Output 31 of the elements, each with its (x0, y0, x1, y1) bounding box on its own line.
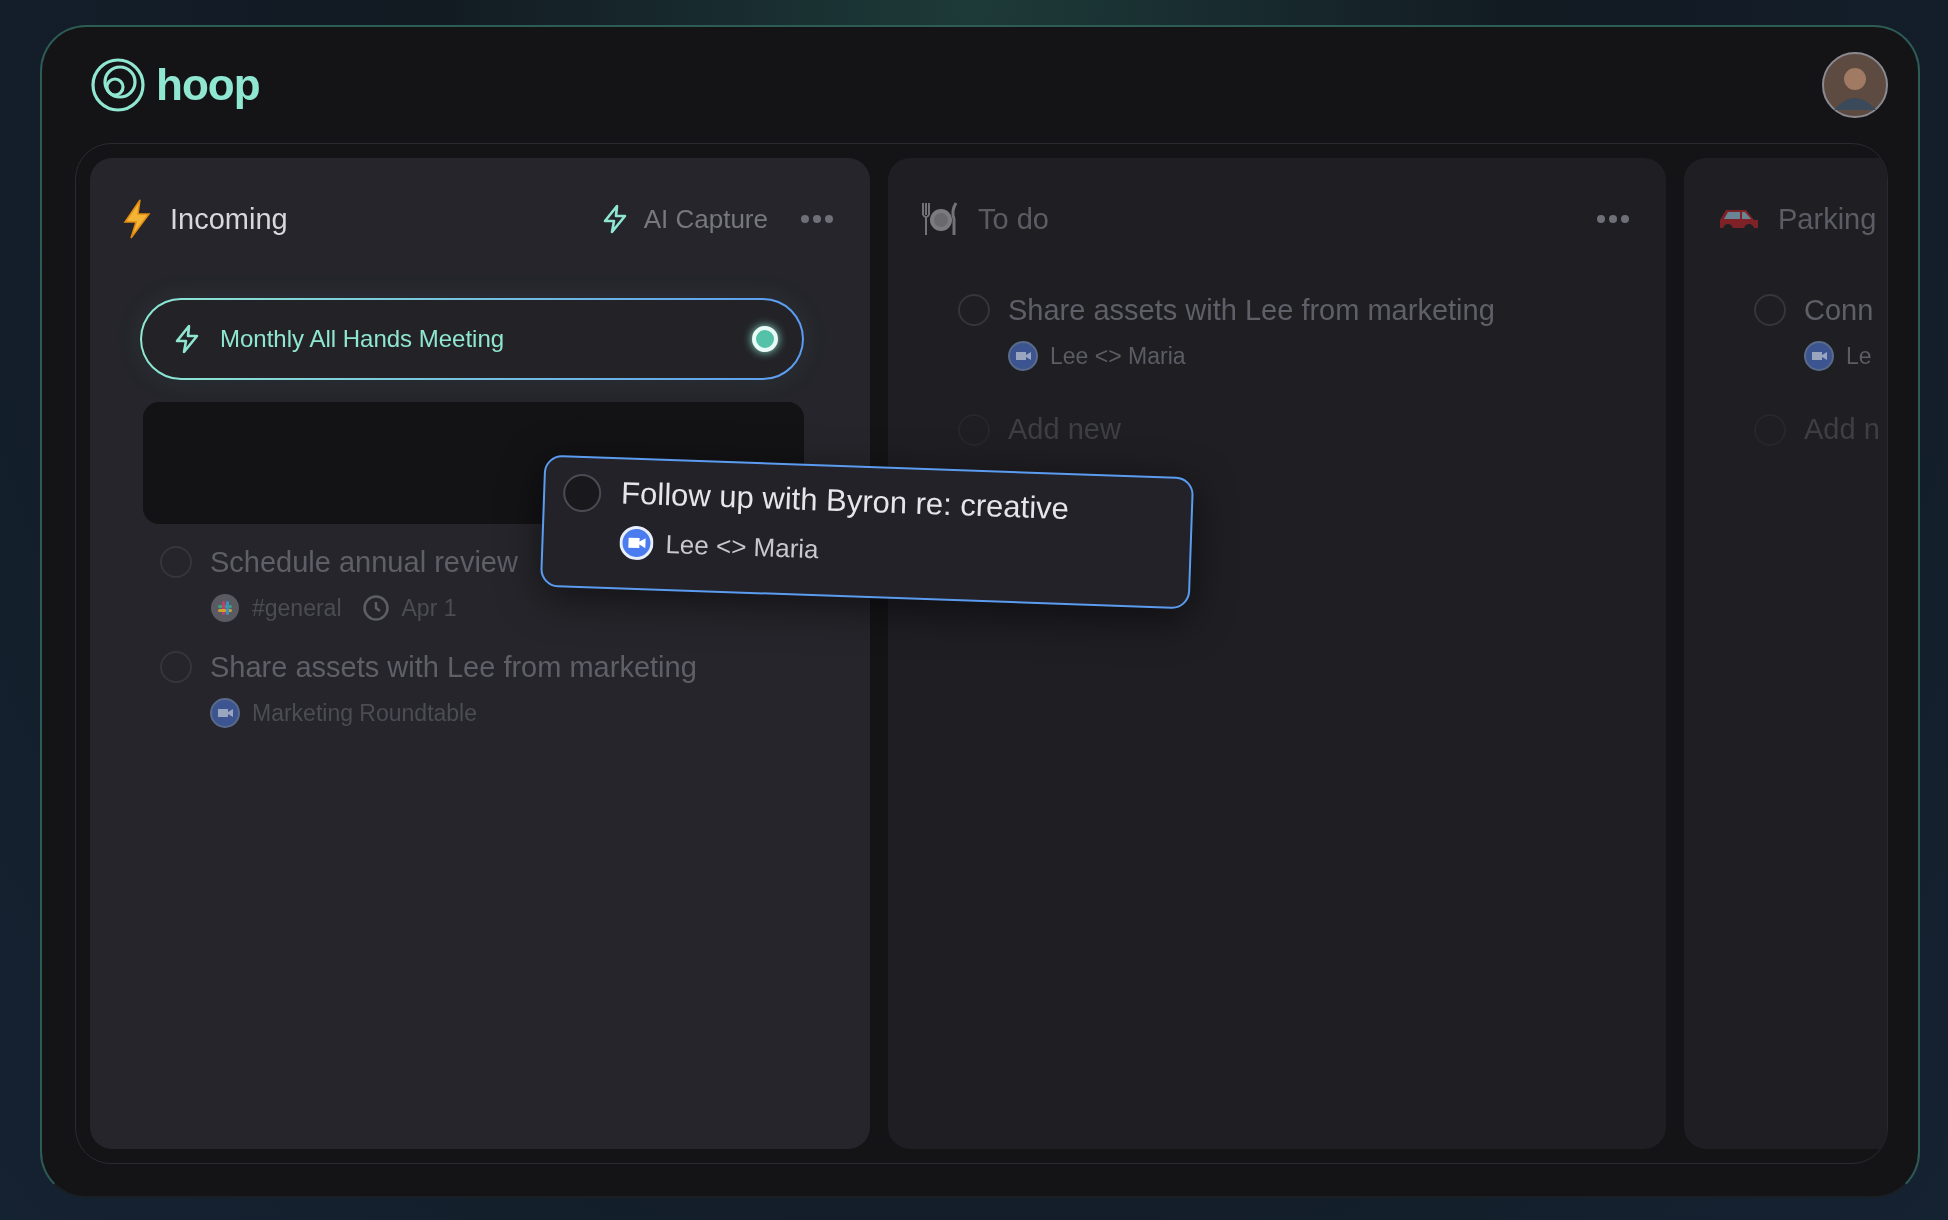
task-checkbox[interactable] (958, 294, 990, 326)
task-title[interactable]: Share assets with Lee from marketing (1008, 294, 1495, 327)
clock-icon (361, 594, 390, 622)
video-call-icon (618, 525, 655, 561)
task-title: Follow up with Byron re: creative (620, 475, 1070, 527)
slack-icon (210, 593, 240, 623)
task-source: Lee <> Maria (664, 528, 820, 565)
column-title: Parking (1778, 202, 1877, 236)
video-call-icon (1008, 341, 1038, 371)
task-checkbox[interactable] (562, 473, 602, 513)
video-call-icon (210, 698, 240, 728)
task-checkbox[interactable] (1754, 294, 1786, 326)
task-title[interactable]: Conn (1804, 294, 1880, 327)
logo-text[interactable]: hoop (156, 60, 260, 110)
column-title: Incoming (170, 202, 288, 236)
column-title: To do (978, 202, 1049, 236)
video-call-icon (1804, 341, 1834, 371)
lightning-icon (601, 204, 628, 234)
capture-card[interactable]: Monthly All Hands Meeting (140, 298, 804, 380)
logo-icon (90, 57, 146, 113)
task-source: Le (1846, 342, 1872, 370)
more-menu-icon[interactable] (1596, 214, 1630, 224)
capture-title: Monthly All Hands Meeting (220, 325, 505, 353)
task-source: Lee <> Maria (1050, 342, 1186, 370)
lightning-icon (122, 199, 152, 239)
task-title[interactable]: Schedule annual review (210, 546, 518, 579)
lightning-icon (174, 324, 200, 354)
more-menu-icon[interactable] (800, 214, 834, 224)
task-title[interactable]: Share assets with Lee from marketing (210, 651, 697, 684)
ai-capture-button[interactable]: AI Capture (601, 203, 768, 235)
avatar[interactable] (1822, 52, 1888, 118)
